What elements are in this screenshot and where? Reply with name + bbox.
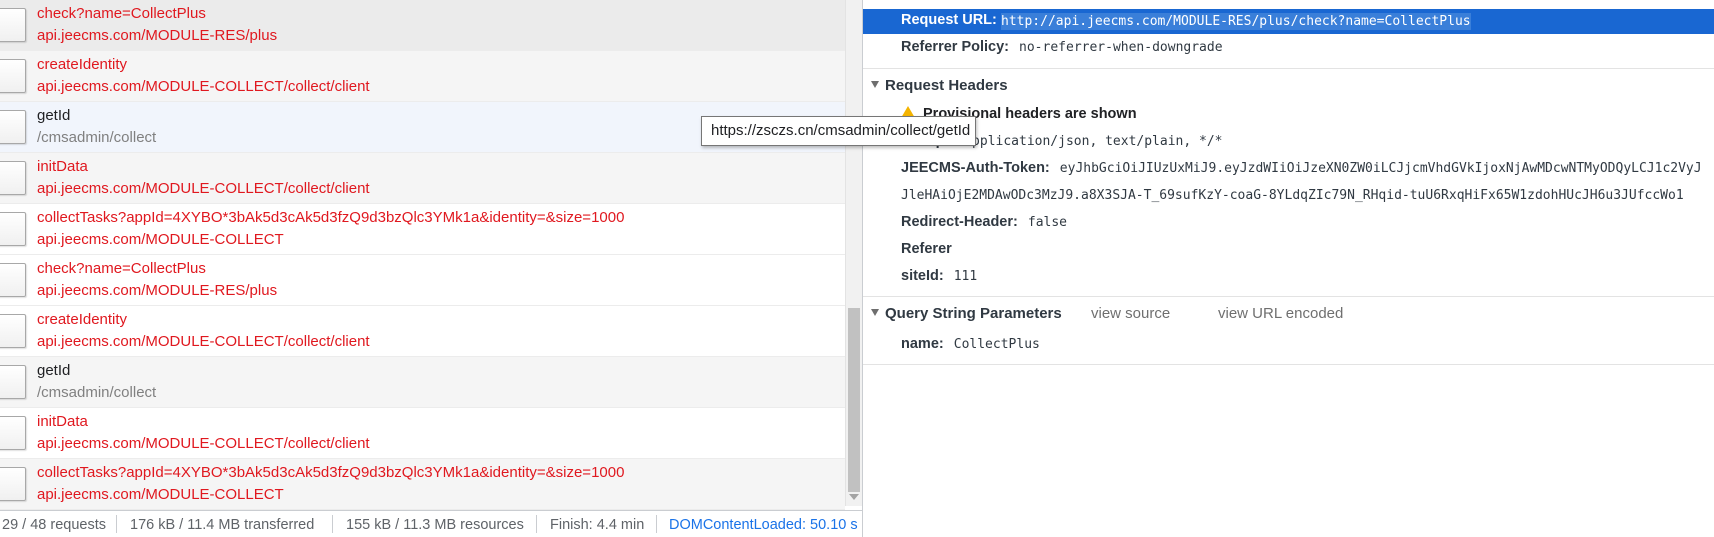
document-file-icon — [0, 263, 26, 297]
siteid-header-key: siteId: — [901, 268, 944, 284]
request-path: api.jeecms.com/MODULE-COLLECT — [37, 486, 284, 503]
redirect-header-key: Redirect-Header: — [901, 214, 1018, 230]
request-name: check?name=CollectPlus — [37, 5, 206, 22]
summary-separator — [656, 515, 657, 533]
request-row[interactable]: check?name=CollectPlus api.jeecms.com/MOD… — [0, 0, 845, 51]
request-row[interactable]: collectTasks?appId=4XYBO*3bAk5d3cAk5d3fz… — [0, 459, 845, 510]
auth-token-continued: JleHAiOjE2MDAwODc3MzJ9.a8X3SJA-T_69sufKz… — [901, 187, 1684, 203]
request-name: check?name=CollectPlus — [37, 260, 206, 277]
document-file-icon — [0, 365, 26, 399]
auth-token-value-line1: eyJhbGciOiJIUzUxMiJ9.eyJzdWIiOiJzeXN0ZW0… — [1059, 161, 1702, 176]
summary-separator — [116, 515, 117, 533]
request-name: initData — [37, 158, 88, 175]
request-headers-toggle[interactable]: Request Headers — [871, 77, 1008, 94]
view-source-link[interactable]: view source — [1091, 305, 1170, 322]
referer-header-key: Referer — [901, 241, 952, 257]
auth-token-row: JEECMS-Auth-Token: eyJhbGciOiJIUzUxMiJ9.… — [901, 160, 1702, 176]
accept-header-value: application/json, text/plain, */* — [964, 134, 1223, 149]
summary-finish: Finish: 4.4 min — [550, 517, 645, 533]
headers-pane: Request URL: http://api.jeecms.com/MODUL… — [863, 0, 1714, 537]
siteid-header-value: 111 — [953, 269, 978, 284]
request-path: api.jeecms.com/MODULE-RES/plus — [37, 282, 278, 299]
request-row[interactable]: initData api.jeecms.com/MODULE-COLLECT/co… — [0, 153, 845, 204]
document-file-icon — [0, 212, 26, 246]
document-file-icon — [0, 467, 26, 501]
request-name: createIdentity — [37, 311, 128, 328]
query-params-title: Query String Parameters — [885, 305, 1062, 322]
request-row[interactable]: collectTasks?appId=4XYBO*3bAk5d3cAk5d3fz… — [0, 204, 845, 255]
request-name: initData — [37, 413, 88, 430]
request-row[interactable]: initData api.jeecms.com/MODULE-COLLECT/co… — [0, 408, 845, 459]
auth-token-key: JEECMS-Auth-Token: — [901, 160, 1050, 176]
siteid-header-row: siteId: 111 — [901, 268, 977, 284]
request-path: /cmsadmin/collect — [37, 129, 157, 146]
request-name: createIdentity — [37, 56, 128, 73]
expand-triangle-icon[interactable] — [871, 308, 879, 316]
document-file-icon — [0, 161, 26, 195]
request-path: api.jeecms.com/MODULE-COLLECT/collect/cl… — [37, 180, 370, 197]
request-url-key: Request URL: — [901, 12, 997, 28]
query-param-name-row: name: CollectPlus — [901, 336, 1040, 352]
document-file-icon — [0, 110, 26, 144]
referer-header-row: Referer — [901, 241, 952, 257]
section-divider — [863, 68, 1714, 69]
request-path: api.jeecms.com/MODULE-COLLECT/collect/cl… — [37, 78, 370, 95]
query-param-name-value: CollectPlus — [953, 337, 1040, 352]
document-file-icon — [0, 314, 26, 348]
redirect-header-row: Redirect-Header: false — [901, 214, 1067, 230]
referrer-policy-value: no-referrer-when-downgrade — [1019, 40, 1223, 55]
request-row[interactable]: createIdentity api.jeecms.com/MODULE-COLL… — [0, 306, 845, 357]
request-url-value[interactable]: http://api.jeecms.com/MODULE-RES/plus/ch… — [1001, 13, 1471, 30]
summary-domcontentloaded: DOMContentLoaded: 50.10 s — [669, 517, 858, 533]
request-headers-title: Request Headers — [885, 77, 1008, 94]
document-file-icon — [0, 8, 26, 42]
request-path: api.jeecms.com/MODULE-RES/plus — [37, 27, 278, 44]
request-rows: check?name=CollectPlus api.jeecms.com/MOD… — [0, 0, 845, 510]
request-row[interactable]: getId/cmsadmin/collect — [0, 357, 845, 408]
request-path: api.jeecms.com/MODULE-COLLECT/collect/cl… — [37, 435, 370, 452]
request-name: getId — [37, 362, 71, 379]
request-name: collectTasks?appId=4XYBO*3bAk5d3cAk5d3fz… — [37, 209, 625, 226]
request-path: api.jeecms.com/MODULE-COLLECT/collect/cl… — [37, 333, 370, 350]
section-divider — [863, 296, 1714, 297]
summary-bar: 29 / 48 requests 176 kB / 11.4 MB transf… — [0, 510, 863, 537]
redirect-header-value: false — [1027, 215, 1068, 230]
summary-separator — [536, 515, 537, 533]
auth-token-value-line2: JleHAiOjE2MDAwODc3MzJ9.a8X3SJA-T_69sufKz… — [901, 188, 1684, 203]
scrollbar-thumb[interactable] — [848, 308, 860, 492]
document-file-icon — [0, 59, 26, 93]
query-param-name-key: name: — [901, 336, 944, 352]
request-row[interactable]: check?name=CollectPlus api.jeecms.com/MOD… — [0, 255, 845, 306]
view-url-encoded-link[interactable]: view URL encoded — [1218, 305, 1343, 322]
url-tooltip: https://zsczs.cn/cmsadmin/collect/getId — [701, 116, 976, 146]
document-file-icon — [0, 416, 26, 450]
request-row[interactable]: createIdentity api.jeecms.com/MODULE-COLL… — [0, 51, 845, 102]
request-url-row[interactable]: Request URL: http://api.jeecms.com/MODUL… — [863, 9, 1714, 34]
request-list-scrollbar[interactable] — [845, 0, 862, 506]
summary-resources: 155 kB / 11.3 MB resources — [346, 517, 524, 533]
summary-requests: 29 / 48 requests — [2, 517, 106, 533]
summary-transferred: 176 kB / 11.4 MB transferred — [130, 517, 315, 533]
summary-separator — [332, 515, 333, 533]
section-divider — [863, 364, 1714, 365]
request-list-pane: check?name=CollectPlus api.jeecms.com/MOD… — [0, 0, 863, 537]
request-name: collectTasks?appId=4XYBO*3bAk5d3cAk5d3fz… — [37, 464, 625, 481]
referrer-policy-row: Referrer Policy: no-referrer-when-downgr… — [901, 39, 1223, 55]
scroll-down-arrow-icon[interactable] — [849, 494, 859, 500]
query-params-toggle[interactable]: Query String Parameters — [871, 305, 1062, 322]
referrer-policy-key: Referrer Policy: — [901, 39, 1009, 55]
request-path: api.jeecms.com/MODULE-COLLECT — [37, 231, 284, 248]
request-path: /cmsadmin/collect — [37, 384, 157, 401]
request-name: getId — [37, 107, 71, 124]
expand-triangle-icon[interactable] — [871, 80, 879, 88]
